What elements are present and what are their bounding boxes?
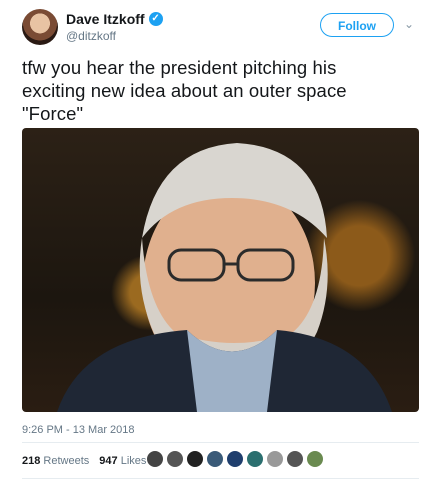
liker-avatar[interactable] (166, 450, 184, 468)
verified-badge-icon: ✓ (148, 12, 163, 26)
liker-avatar[interactable] (146, 450, 164, 468)
display-name-row[interactable]: Dave Itzkoff ✓ (66, 11, 163, 27)
likes-label: Likes (120, 455, 147, 467)
tweet-photo[interactable] (22, 128, 419, 412)
liker-avatar[interactable] (286, 450, 304, 468)
liker-avatar[interactable] (206, 450, 224, 468)
portrait-photo-icon (57, 143, 392, 412)
liker-avatar[interactable] (266, 450, 284, 468)
liker-avatar[interactable] (246, 450, 264, 468)
engagement-stats: 218 Retweets 947 Likes (22, 455, 146, 467)
user-handle[interactable]: @ditzkoff (66, 29, 116, 43)
tweet-text: tfw you hear the president pitching his … (22, 57, 347, 124)
retweets-stat[interactable]: 218 Retweets (22, 455, 89, 467)
liker-avatar[interactable] (186, 450, 204, 468)
tweet-timestamp[interactable]: 9:26 PM - 13 Mar 2018 (22, 424, 135, 436)
liker-avatar[interactable] (226, 450, 244, 468)
divider-bottom (22, 478, 419, 479)
likes-count: 947 (99, 455, 118, 467)
follow-button[interactable]: Follow (320, 13, 394, 37)
liker-avatar[interactable] (306, 450, 324, 468)
retweets-count: 218 (22, 455, 41, 467)
retweets-label: Retweets (43, 455, 90, 467)
avatar[interactable] (22, 9, 58, 45)
liker-avatars[interactable] (146, 450, 324, 468)
display-name[interactable]: Dave Itzkoff (66, 11, 145, 27)
chevron-down-icon[interactable]: ⌄ (404, 18, 414, 30)
divider (22, 442, 419, 443)
likes-stat[interactable]: 947 Likes (99, 455, 146, 467)
